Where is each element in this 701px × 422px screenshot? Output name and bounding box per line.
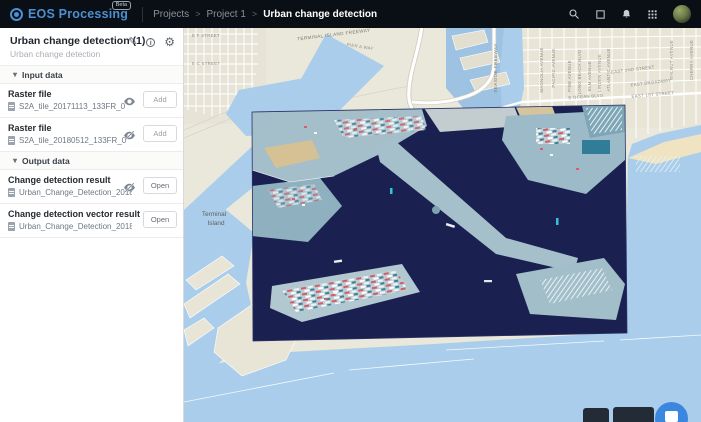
notifications-bell-icon[interactable] <box>621 8 632 20</box>
section-label: Input data <box>22 69 63 80</box>
breadcrumb-project-1[interactable]: Project 1 <box>206 9 245 20</box>
beta-badge: Beta <box>111 1 132 10</box>
svg-text:WALNUT AVENUE: WALNUT AVENUE <box>669 40 674 80</box>
file-entry: Urban_Change_Detection_20180612... <box>8 188 132 197</box>
info-icon[interactable]: i <box>146 37 156 47</box>
open-button[interactable]: Open <box>143 211 177 228</box>
file-name: S2A_tile_20171113_133FR_0 <box>19 102 126 111</box>
area-select-icon[interactable] <box>595 9 606 20</box>
section-label: Output data <box>22 155 70 166</box>
add-button[interactable]: Add <box>143 91 177 108</box>
chat-icon <box>665 411 678 422</box>
apps-grid-icon[interactable] <box>647 9 658 20</box>
input-data-section-header[interactable]: ▾ Input data <box>0 66 183 84</box>
app-logo[interactable]: EOS Processing Beta <box>10 0 132 28</box>
breadcrumb-separator: > <box>251 9 258 19</box>
top-bar: EOS Processing Beta Projects > Project 1… <box>0 0 701 28</box>
file-name: Urban_Change_Detection_20180612... <box>19 188 132 197</box>
svg-text:PACIFIC AVENUE: PACIFIC AVENUE <box>551 48 556 87</box>
visibility-off-icon[interactable] <box>123 129 136 147</box>
file-icon <box>8 102 15 111</box>
svg-text:PINE AVENUE: PINE AVENUE <box>567 60 572 92</box>
breadcrumb-current: Urban change detection <box>263 8 378 20</box>
file-entry: S2A_tile_20171113_133FR_0 <box>8 102 132 111</box>
file-name: S2A_tile_20180512_133FR_0 <box>19 136 127 145</box>
basemap: E F STREET E C STREET TERMINAL ISLAND FR… <box>184 28 701 422</box>
file-name: Urban_Change_Detection_20180612_10T... <box>19 222 132 231</box>
search-icon[interactable] <box>568 8 580 20</box>
visibility-on-icon[interactable] <box>123 95 136 113</box>
raster-file-row-1: Raster file S2A_tile_20171113_133FR_0 Ad… <box>0 84 183 118</box>
file-icon <box>8 136 15 145</box>
map-canvas[interactable]: E F STREET E C STREET TERMINAL ISLAND FR… <box>184 28 701 422</box>
user-avatar[interactable] <box>673 5 691 23</box>
project-header: Urban change detection (1) Urban change … <box>0 28 183 66</box>
chevron-down-icon: ▾ <box>13 156 18 165</box>
topbar-actions <box>568 5 691 23</box>
change-detection-vector-result-row: Change detection vector result Urban_Cha… <box>0 204 183 238</box>
raster-file-row-2: Raster file S2A_tile_20180512_133FR_0 Ad… <box>0 118 183 152</box>
svg-text:E F STREET: E F STREET <box>192 33 220 38</box>
edit-pencil-icon[interactable]: ✎ <box>128 36 137 48</box>
svg-text:MAGNOLIA AVENUE: MAGNOLIA AVENUE <box>539 47 544 92</box>
svg-text:ELM AVENUE: ELM AVENUE <box>587 61 592 91</box>
place-label-island: Island <box>207 220 224 227</box>
visibility-off-icon[interactable] <box>123 181 136 199</box>
file-icon <box>8 188 15 197</box>
output-data-section-header[interactable]: ▾ Output data <box>0 152 183 170</box>
project-sidebar: Urban change detection (1) Urban change … <box>0 28 184 422</box>
map-control-button[interactable] <box>583 408 609 422</box>
project-subtitle: Urban change detection <box>10 49 101 59</box>
change-detection-result-row: Change detection result Urban_Change_Det… <box>0 170 183 204</box>
svg-text:LONG BEACH BLVD: LONG BEACH BLVD <box>577 50 582 95</box>
svg-text:SEASIDE FREEWAY: SEASIDE FREEWAY <box>493 43 498 92</box>
satellite-overlay <box>252 105 627 341</box>
file-icon <box>8 222 15 231</box>
settings-gear-icon[interactable]: ⚙ <box>164 36 175 48</box>
svg-text:E C STREET: E C STREET <box>192 61 220 66</box>
chevron-down-icon: ▾ <box>13 70 18 79</box>
topbar-divider <box>142 6 144 22</box>
breadcrumb: Projects > Project 1 > Urban change dete… <box>153 9 377 20</box>
breadcrumb-separator: > <box>195 9 201 19</box>
file-entry: S2A_tile_20180512_133FR_0 <box>8 136 132 145</box>
place-label-terminal: Terminal <box>202 211 226 218</box>
breadcrumb-projects[interactable]: Projects <box>153 9 189 20</box>
add-button[interactable]: Add <box>143 125 177 142</box>
app-window: EOS Processing Beta Projects > Project 1… <box>0 0 701 422</box>
eos-logo-icon <box>10 7 23 21</box>
map-control-button[interactable] <box>613 407 654 422</box>
svg-text:LINDEN AVENUE: LINDEN AVENUE <box>597 54 602 92</box>
file-entry: Urban_Change_Detection_20180612_10T... <box>8 222 132 231</box>
svg-text:CHERRY AVENUE: CHERRY AVENUE <box>689 40 694 80</box>
open-button[interactable]: Open <box>143 177 177 194</box>
